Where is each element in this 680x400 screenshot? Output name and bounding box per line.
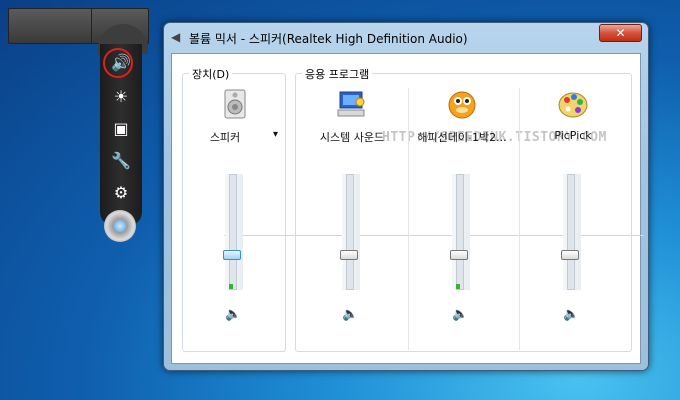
system-sounds-volume-slider[interactable]: [340, 250, 358, 260]
gom-player-peak-meter: [456, 284, 460, 289]
wrench-icon[interactable]: 🔧: [108, 150, 134, 172]
gom-player-icon[interactable]: [446, 88, 478, 120]
mixer-client-area: HTTP://SPEEDINK.TISTORY.COM 장치(D) 스피커 ▾: [171, 53, 644, 364]
column-divider: [519, 88, 520, 350]
highlight-circle: [103, 48, 133, 78]
system-sounds-icon[interactable]: [336, 88, 368, 120]
speaker-volume-track[interactable]: [229, 174, 237, 290]
gom-player-mute-icon[interactable]: 🔈: [452, 308, 468, 322]
speaker-device-icon[interactable]: [219, 88, 251, 120]
disc-icon[interactable]: [104, 210, 136, 242]
speaker-title-icon: ◀: [171, 30, 181, 44]
title-bar[interactable]: ◀ 볼륨 믹서 - 스피커(Realtek High Definition Au…: [171, 29, 571, 47]
picpick-volume-track[interactable]: [567, 174, 575, 290]
picpick-mute-icon[interactable]: 🔈: [563, 308, 579, 322]
gom-player-volume-slider[interactable]: [450, 250, 468, 260]
close-button[interactable]: ✕: [599, 24, 642, 42]
gear-icon[interactable]: ⚙: [108, 182, 134, 204]
speaker-name: 스피커: [209, 131, 241, 144]
speaker-dropdown-icon[interactable]: ▾: [273, 129, 278, 140]
speaker-label[interactable]: 스피커: [185, 129, 265, 145]
bar-divider: [91, 9, 92, 43]
gom-player-label: 해피선데이-1박2...: [417, 131, 507, 144]
picpick-label: PicPick: [554, 129, 592, 142]
system-sounds-label: 시스템 사운드: [319, 131, 385, 144]
system-sounds-mute-icon[interactable]: 🔈: [342, 308, 358, 322]
volume-mixer-window: ◀ 볼륨 믹서 - 스피커(Realtek High Definition Au…: [163, 22, 649, 371]
picpick-palette-icon[interactable]: [557, 88, 589, 120]
system-sounds-volume-track[interactable]: [346, 174, 354, 290]
speaker-peak-meter: [229, 284, 233, 289]
channel-gom-player: 해피선데이-1박2... 🔈: [412, 74, 512, 353]
picpick-volume-slider[interactable]: [561, 250, 579, 260]
channel-system-sounds: 시스템 사운드 🔈: [302, 74, 402, 353]
channel-speaker: 스피커 ▾ 🔈: [185, 74, 285, 353]
device-group: 장치(D) 스피커 ▾ 🔈: [182, 66, 286, 353]
channel-picpick: PicPick 🔈: [523, 74, 623, 353]
applications-group: 응용 프로그램 시스템 사운드 🔈 해피선데이-1박2... 🔈 PicPick…: [295, 66, 632, 353]
speaker-mute-icon[interactable]: 🔈: [225, 308, 241, 322]
gom-player-volume-track[interactable]: [456, 174, 464, 290]
window-title: 볼륨 믹서 - 스피커(Realtek High Definition Audi…: [189, 32, 468, 46]
sun-icon[interactable]: ☀: [108, 86, 134, 108]
speaker-volume-slider[interactable]: [223, 250, 241, 260]
column-divider: [408, 88, 409, 350]
window-icon[interactable]: ▣: [108, 118, 134, 140]
